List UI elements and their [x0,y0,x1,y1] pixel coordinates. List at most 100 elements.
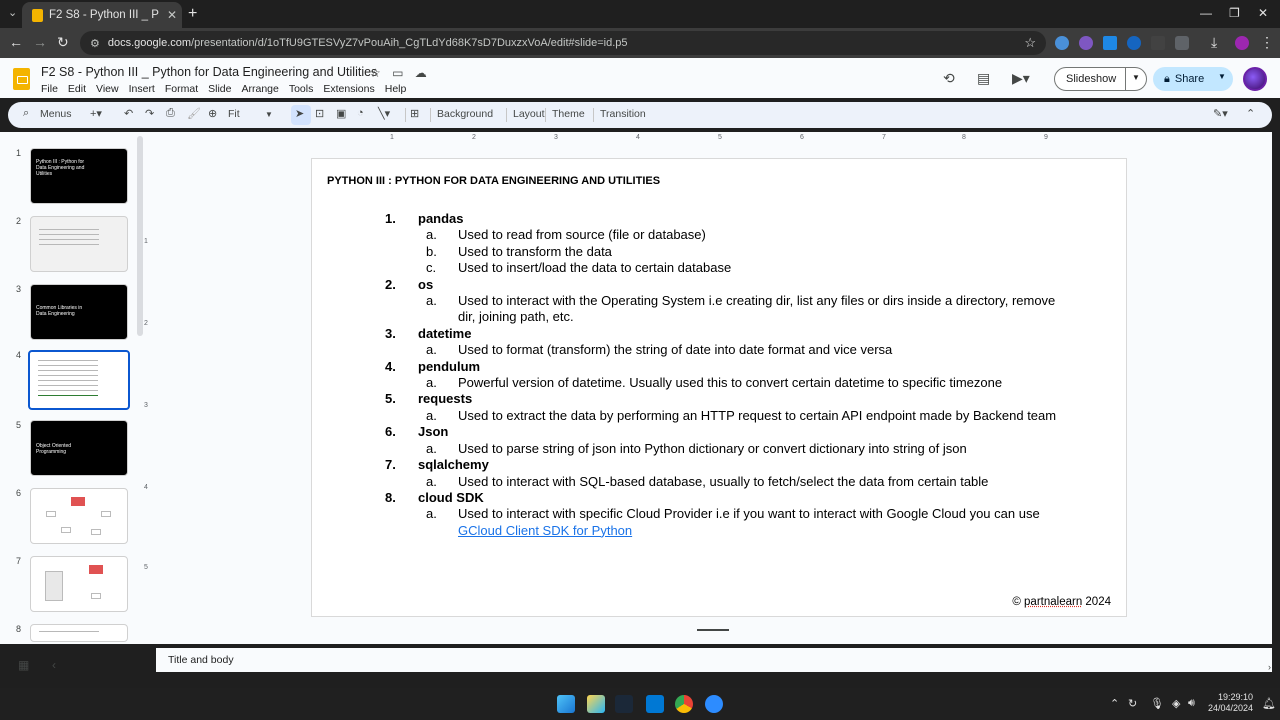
menu-insert[interactable]: Insert [129,83,155,95]
new-tab-button[interactable]: + [188,5,197,23]
search-menus-icon[interactable]: ⌕ [23,107,29,120]
microphone-icon[interactable]: 🎙︎ [1150,697,1164,710]
network-icon[interactable]: ◈ [1172,697,1180,710]
theme-button[interactable]: Theme [552,108,585,120]
textbox-icon[interactable]: ⊡ [315,107,324,120]
meet-icon[interactable]: ▶▾ [1012,70,1030,87]
site-info-icon[interactable]: ⚙ [90,37,100,50]
slide-thumbnail[interactable] [30,556,128,612]
comment-add-icon[interactable]: ⊞ [410,107,419,120]
current-slide[interactable]: PYTHON III : PYTHON FOR DATA ENGINEERING… [311,158,1127,617]
extension-5-icon[interactable] [1151,36,1165,50]
version-history-icon[interactable]: ⟲ [943,70,955,87]
windows-start-icon[interactable] [557,695,575,713]
line-icon[interactable]: ╲▾ [378,107,390,120]
gcloud-sdk-link[interactable]: GCloud Client SDK for Python [458,523,632,538]
maximize-icon[interactable]: ❐ [1229,6,1240,20]
bookmark-star-icon[interactable]: ☆ [1024,35,1036,51]
file-explorer-icon[interactable] [587,695,605,713]
speaker-notes[interactable]: Title and body [156,648,1272,672]
paint-format-icon[interactable]: 🖌︎ [187,107,201,120]
slide-thumbnail-selected[interactable] [28,350,130,410]
filmstrip-scrollbar[interactable] [137,136,143,336]
move-folder-icon[interactable]: ▭ [392,66,403,80]
menu-edit[interactable]: Edit [68,83,86,95]
collapse-filmstrip-icon[interactable]: ‹ [52,658,56,672]
print-icon[interactable]: ⎙ [166,107,175,120]
slide-thumbnail[interactable]: Object Oriented Programming [30,420,128,476]
layout-button[interactable]: Layout [513,108,545,120]
slide-thumbnail[interactable]: Common Libraries in Data Engineering [30,284,128,340]
back-icon[interactable]: ← [9,34,23,50]
slide-thumbnail[interactable]: Python III : Python for Data Engineering… [30,148,128,204]
background-button[interactable]: Background [437,108,493,120]
system-clock[interactable]: 19:29:10 24/04/2024 [1208,692,1253,714]
pen-mode-icon[interactable]: ✎▾ [1213,107,1228,120]
account-avatar[interactable] [1243,67,1267,91]
expand-panel-icon[interactable]: › [1268,662,1271,672]
menu-extensions[interactable]: Extensions [323,83,374,95]
new-slide-icon[interactable]: +▾ [90,107,102,120]
undo-icon[interactable]: ↶ [124,107,133,120]
address-bar[interactable]: ⚙ docs.google.com /presentation/d/1oTfU9… [80,31,1046,55]
chrome-menu-icon[interactable]: ⋮ [1260,34,1274,51]
menu-file[interactable]: File [41,83,58,95]
extension-4-icon[interactable] [1127,36,1141,50]
extensions-puzzle-icon[interactable] [1175,36,1189,50]
notifications-icon[interactable]: 🔔︎ [1262,697,1276,710]
menus-search[interactable]: Menus [40,108,72,120]
slide-thumbnail[interactable] [30,624,128,642]
menu-tools[interactable]: Tools [289,83,314,95]
zoom-select[interactable]: Fit [228,108,240,120]
thumbnail-lines [39,631,99,636]
slideshow-dropdown-icon[interactable]: ▼ [1132,73,1140,82]
steam-icon[interactable] [615,695,633,713]
slide-footer[interactable]: © partnalearn 2024 [1012,596,1111,608]
minimize-icon[interactable]: — [1200,6,1212,20]
collapse-toolbar-icon[interactable]: ⌃ [1246,107,1255,120]
chrome-icon[interactable] [675,695,693,713]
comments-icon[interactable]: ▤ [977,70,990,87]
browser-tab[interactable]: F2 S8 - Python III _ Python for ✕ [22,2,182,28]
download-icon[interactable]: ⤓ [1211,34,1217,51]
cloud-status-icon[interactable]: ☁ [415,66,427,80]
extension-2-icon[interactable] [1079,36,1093,50]
shape-icon[interactable]: ◔ [357,107,364,119]
select-cursor-icon[interactable]: ➤ [295,107,304,120]
extension-3-icon[interactable] [1103,36,1117,50]
menu-view[interactable]: View [96,83,119,95]
slideshow-button[interactable]: Slideshow ▼ [1054,67,1147,91]
star-icon[interactable]: ☆ [370,66,381,80]
zoom-dropdown-icon[interactable]: ▼ [265,110,273,119]
transition-button[interactable]: Transition [600,108,646,120]
menu-slide[interactable]: Slide [208,83,231,95]
grid-view-icon[interactable]: ▦ [18,658,29,672]
tab-close-icon[interactable]: ✕ [167,8,177,22]
slide-thumbnail[interactable] [30,216,128,272]
window-close-icon[interactable]: ✕ [1258,6,1268,20]
tray-overflow-icon[interactable]: ⌃ [1110,697,1119,710]
extension-1-icon[interactable] [1055,36,1069,50]
menu-arrange[interactable]: Arrange [241,83,278,95]
reload-icon[interactable]: ↻ [57,34,69,51]
vscode-icon[interactable] [646,695,664,713]
zoom-icon[interactable]: ⊕ [208,107,217,120]
image-icon[interactable]: ▣ [336,107,346,120]
share-dropdown-icon[interactable]: ▼ [1218,72,1226,81]
slide-title[interactable]: PYTHON III : PYTHON FOR DATA ENGINEERING… [327,175,660,187]
slide-body-list[interactable]: 1. pandas a. Used to read from source (file… [384,211,1074,539]
redo-icon[interactable]: ↷ [145,107,154,120]
slides-logo-icon[interactable] [13,68,30,90]
slide-thumbnail[interactable] [30,488,128,544]
document-title[interactable]: F2 S8 - Python III _ Python for Data Eng… [41,65,377,79]
volume-icon[interactable]: 🔊︎ [1188,697,1195,710]
share-button[interactable]: 🔒︎ Share ▼ [1153,67,1233,91]
forward-icon[interactable]: → [33,34,47,50]
menu-help[interactable]: Help [385,83,407,95]
notes-resize-handle[interactable] [697,629,729,631]
zoom-app-icon[interactable] [705,695,723,713]
profile-icon[interactable] [1235,36,1249,50]
tray-app-icon[interactable]: ↻ [1128,697,1137,710]
tab-search-icon[interactable]: ⌄ [8,6,17,19]
menu-format[interactable]: Format [165,83,198,95]
